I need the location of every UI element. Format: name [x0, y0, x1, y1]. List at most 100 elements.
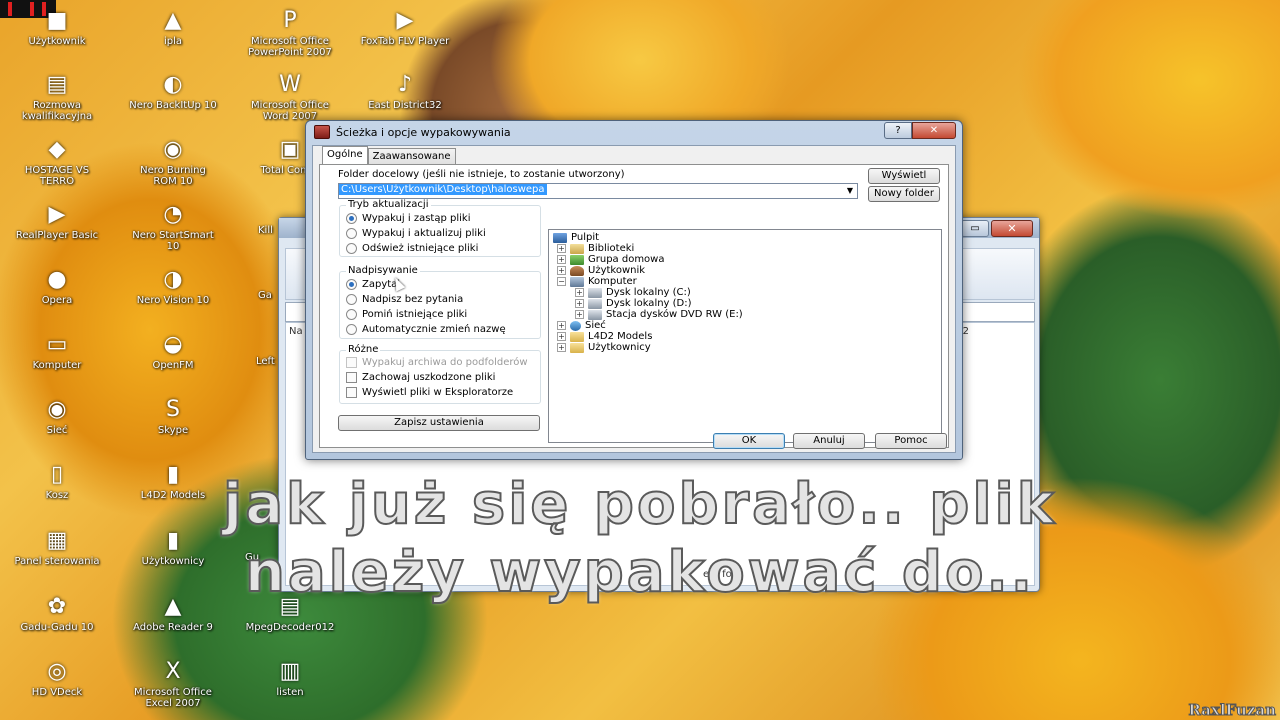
background-window-column-header[interactable]: Na: [289, 326, 303, 337]
winrar-icon: [314, 125, 330, 139]
save-settings-button[interactable]: Zapisz ustawienia: [338, 415, 540, 431]
expand-icon[interactable]: +: [557, 332, 566, 341]
playlist-icon: ▥: [279, 659, 301, 684]
tree-node-user[interactable]: + Użytkownik: [557, 265, 645, 276]
checkbox-icon[interactable]: [346, 372, 357, 383]
radio-button-icon[interactable]: [346, 213, 357, 224]
update-option-extract-replace[interactable]: Wypakuj i zastąp pliki: [346, 213, 470, 224]
radio-button-icon[interactable]: [346, 294, 357, 305]
close-button[interactable]: ✕: [912, 122, 956, 139]
expand-icon[interactable]: +: [557, 266, 566, 275]
tree-node-network[interactable]: + Sieć: [557, 320, 606, 331]
ok-button[interactable]: OK: [713, 433, 785, 449]
tree-node-computer[interactable]: − Komputer: [557, 276, 637, 287]
desktop-icon-ipla[interactable]: ▲ ipla: [128, 6, 218, 47]
expand-icon[interactable]: +: [575, 310, 584, 319]
desktop-icon-word[interactable]: W Microsoft Office Word 2007: [245, 70, 335, 122]
show-button[interactable]: Wyświetl: [868, 168, 940, 184]
misc-option-show-in-explorer[interactable]: Wyświetl pliki w Eksploratorze: [346, 387, 513, 398]
folder-icon: [570, 331, 584, 342]
radio-button-icon[interactable]: [346, 243, 357, 254]
tree-node-users[interactable]: + Użytkownicy: [557, 342, 651, 353]
desktop-icon-hostage[interactable]: ◆ HOSTAGE VS TERRO: [12, 135, 102, 187]
expand-icon[interactable]: +: [575, 288, 584, 297]
desktop-label-partial-left: Left: [256, 356, 275, 367]
desktop-icon-opera[interactable]: ● Opera: [12, 265, 102, 306]
audio-file-icon: ♪: [397, 72, 413, 97]
dialog-titlebar[interactable]: Ścieżka i opcje wypakowywania: [314, 124, 511, 140]
nero-vision-icon: ◑: [163, 267, 183, 292]
expand-icon[interactable]: +: [557, 343, 566, 352]
desktop-icon-uzytkownik[interactable]: ■ Użytkownik: [12, 6, 102, 47]
desktop-icon-hdvdeck[interactable]: ◎ HD VDeck: [12, 657, 102, 698]
desktop-icon-eastdistrict[interactable]: ♪ East District32: [360, 70, 450, 111]
radio-button-icon[interactable]: [346, 324, 357, 335]
checkbox-icon[interactable]: [346, 357, 357, 368]
desktop-icon-rozmowa[interactable]: ▤ Rozmowa kwalifikacyjna: [12, 70, 102, 122]
help-button[interactable]: Pomoc: [875, 433, 947, 449]
realplayer-icon: ▶: [48, 202, 66, 227]
collapse-icon[interactable]: −: [557, 277, 566, 286]
destination-path-combobox[interactable]: C:\Users\Użytkownik\Desktop\haloswepa ▼: [338, 183, 858, 199]
hard-drive-icon: [588, 287, 602, 298]
destination-folder-label: Folder docelowy (jeśli nie istnieje, to …: [338, 169, 625, 180]
expand-icon[interactable]: +: [557, 321, 566, 330]
misc-option-extract-subfolders[interactable]: Wypakuj archiwa do podfolderów: [346, 357, 528, 368]
misc-option-keep-broken[interactable]: Zachowaj uszkodzone pliki: [346, 372, 495, 383]
tree-node-homegroup[interactable]: + Grupa domowa: [557, 254, 664, 265]
dialog-title: Ścieżka i opcje wypakowywania: [336, 125, 511, 139]
help-title-button[interactable]: ?: [884, 122, 912, 139]
tree-node-drive-d[interactable]: + Dysk lokalny (D:): [575, 298, 692, 309]
update-option-extract-update[interactable]: Wypakuj i aktualizuj pliki: [346, 228, 486, 239]
computer-icon: ▭: [46, 332, 68, 357]
desktop-icon-siec[interactable]: ◉ Sieć: [12, 395, 102, 436]
desktop-icon-foxtab[interactable]: ▶ FoxTab FLV Player: [360, 6, 450, 47]
desktop-icon-nero-backitup[interactable]: ◐ Nero BackItUp 10: [128, 70, 218, 111]
tab-advanced[interactable]: Zaawansowane: [367, 148, 456, 164]
desktop-icon-excel[interactable]: X Microsoft Office Excel 2007: [128, 657, 218, 709]
desktop-icon: [553, 232, 567, 243]
expand-icon[interactable]: +: [575, 299, 584, 308]
openfm-icon: ◒: [163, 332, 183, 357]
dvd-drive-icon: [588, 309, 602, 320]
expand-icon[interactable]: +: [557, 255, 566, 264]
foxtab-icon: ▶: [396, 8, 414, 33]
tab-general[interactable]: Ogólne: [322, 146, 368, 164]
destination-path-text[interactable]: C:\Users\Użytkownik\Desktop\haloswepa: [339, 184, 547, 195]
tree-node-drive-c[interactable]: + Dysk lokalny (C:): [575, 287, 691, 298]
network-icon: ◉: [47, 397, 67, 422]
desktop-icon-skype[interactable]: S Skype: [128, 395, 218, 436]
radio-button-icon[interactable]: [346, 228, 357, 239]
desktop-icon-powerpoint[interactable]: P Microsoft Office PowerPoint 2007: [245, 6, 335, 58]
folder-tree[interactable]: Pulpit + Biblioteki + Grupa domowa + Użytko…: [548, 229, 942, 443]
desktop-icon-openfm[interactable]: ◒ OpenFM: [128, 330, 218, 371]
desktop-icon-listen[interactable]: ▥ listen: [245, 657, 335, 698]
background-window-close-button[interactable]: ✕: [991, 220, 1033, 237]
desktop-icon-nero-startsmart[interactable]: ◔ Nero StartSmart 10: [128, 200, 218, 252]
update-option-refresh[interactable]: Odśwież istniejące pliki: [346, 243, 478, 254]
subtitle-line-2: należy wypakować do..: [244, 539, 1036, 606]
nero-burning-icon: ◉: [163, 137, 183, 162]
desktop-icon-realplayer[interactable]: ▶ RealPlayer Basic: [12, 200, 102, 241]
tree-node-l4d2[interactable]: + L4D2 Models: [557, 331, 652, 342]
tree-node-desktop[interactable]: Pulpit: [553, 232, 599, 243]
tree-node-libraries[interactable]: + Biblioteki: [557, 243, 634, 254]
new-folder-button[interactable]: Nowy folder: [868, 186, 940, 202]
overwrite-title: Nadpisywanie: [346, 265, 420, 276]
background-window-maximize-button[interactable]: ▭: [961, 220, 989, 237]
radio-button-icon[interactable]: [346, 279, 357, 290]
desktop-icon-komputer[interactable]: ▭ Komputer: [12, 330, 102, 371]
cancel-button[interactable]: Anuluj: [793, 433, 865, 449]
expand-icon[interactable]: +: [557, 244, 566, 253]
overwrite-option-skip[interactable]: Pomiń istniejące pliki: [346, 309, 467, 320]
tab-panel-general: Folder docelowy (jeśli nie istnieje, to …: [319, 164, 949, 448]
checkbox-icon[interactable]: [346, 387, 357, 398]
desktop-icon-nero-vision[interactable]: ◑ Nero Vision 10: [128, 265, 218, 306]
overwrite-option-rename[interactable]: Automatycznie zmień nazwę: [346, 324, 506, 335]
chevron-down-icon[interactable]: ▼: [844, 184, 856, 198]
desktop-icon-nero-burning[interactable]: ◉ Nero Burning ROM 10: [128, 135, 218, 187]
overwrite-option-without-asking[interactable]: Nadpisz bez pytania: [346, 294, 463, 305]
radio-button-icon[interactable]: [346, 309, 357, 320]
tree-node-drive-e[interactable]: + Stacja dysków DVD RW (E:): [575, 309, 743, 320]
opera-icon: ●: [47, 267, 67, 292]
